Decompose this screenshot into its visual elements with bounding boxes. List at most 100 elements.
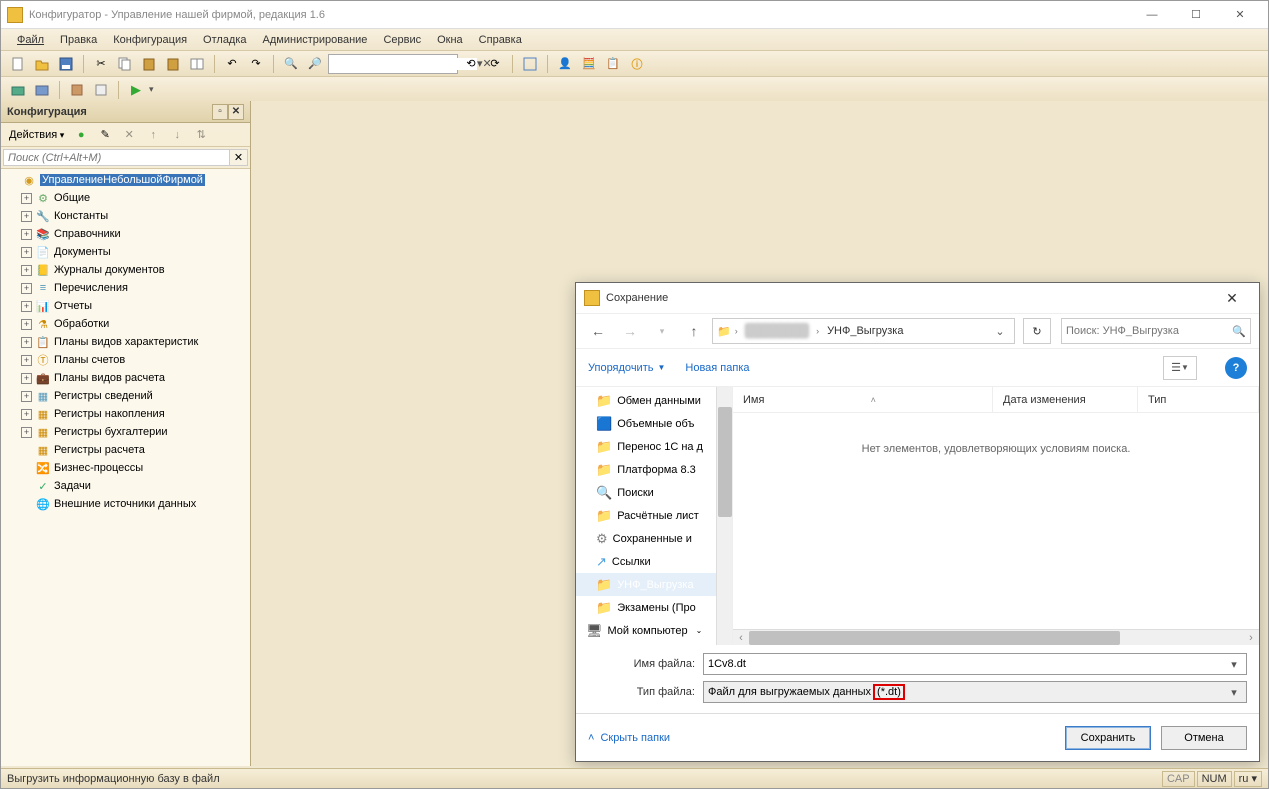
config-actions-menu[interactable]: Действия [5,127,68,143]
nav-back-button[interactable]: ← [584,317,612,345]
folder-item-6[interactable]: ⚙Сохраненные и [576,527,716,550]
menu-windows[interactable]: Окна [429,32,471,48]
tb2-run-dropdown[interactable]: ▾ [149,84,154,95]
tree-item-5[interactable]: +≡Перечисления [3,279,248,297]
save-button[interactable] [55,53,77,75]
paste-button-2[interactable] [162,53,184,75]
tool-windows[interactable] [519,53,541,75]
breadcrumb-current[interactable]: УНФ_Выгрузка [823,325,907,337]
tree-item-16[interactable]: ✓Задачи [3,477,248,495]
paste-button[interactable] [138,53,160,75]
col-type[interactable]: Тип [1138,387,1259,412]
menu-service[interactable]: Сервис [375,32,429,48]
copy-button[interactable] [114,53,136,75]
new-folder-button[interactable]: Новая папка [685,362,749,374]
tree-item-4[interactable]: +📒Журналы документов [3,261,248,279]
menu-debug[interactable]: Отладка [195,32,254,48]
organize-button[interactable]: Упорядочить▼ [588,362,665,374]
tree-item-9[interactable]: +ⓉПланы счетов [3,351,248,369]
horizontal-scrollbar[interactable]: ‹ › [733,629,1259,645]
hscroll-thumb[interactable] [749,631,1120,645]
my-computer-item[interactable]: 🖥 Мой компьютер ⌄ [576,619,716,642]
scroll-left-icon[interactable]: ‹ [733,630,749,645]
expand-icon[interactable]: + [21,409,32,420]
col-date[interactable]: Дата изменения [993,387,1138,412]
menu-file[interactable]: Файл [9,32,52,48]
view-mode-button[interactable]: ☰ ▼ [1163,356,1197,380]
menu-edit[interactable]: Правка [52,32,105,48]
folder-item-3[interactable]: 📁Платформа 8.3 [576,458,716,481]
cancel-button[interactable]: Отмена [1161,726,1247,750]
cfg-up[interactable]: ↑ [142,124,164,146]
expand-icon[interactable]: + [21,355,32,366]
scroll-right-icon[interactable]: › [1243,630,1259,645]
filename-input[interactable] [708,658,1226,670]
tool-a[interactable]: ⟲ [460,53,482,75]
filename-field[interactable]: ▾ [703,653,1247,675]
dialog-search[interactable]: 🔍 [1061,318,1251,344]
folder-scrollbar[interactable] [716,387,732,645]
expand-icon[interactable]: + [21,373,32,384]
expand-icon[interactable]: + [21,229,32,240]
save-confirm-button[interactable]: Сохранить [1065,726,1151,750]
expand-icon[interactable]: + [21,247,32,258]
cfg-add[interactable]: ● [70,124,92,146]
tb2-run[interactable]: ▶ [125,79,147,101]
maximize-button[interactable]: ☐ [1174,2,1218,28]
tree-item-15[interactable]: 🔀Бизнес-процессы [3,459,248,477]
config-search-input[interactable] [3,149,230,166]
expand-icon[interactable]: + [21,265,32,276]
tree-item-2[interactable]: +📚Справочники [3,225,248,243]
dialog-search-input[interactable] [1066,325,1232,337]
find-next-button[interactable]: 🔎 [304,53,326,75]
nav-history-button[interactable]: ▾ [648,317,676,345]
hide-folders-button[interactable]: ˄ Скрыть папки [588,732,670,744]
open-button[interactable] [31,53,53,75]
tb2-d[interactable] [90,79,112,101]
minimize-button[interactable]: — [1130,2,1174,28]
cfg-edit[interactable]: ✎ [94,124,116,146]
tree-item-14[interactable]: ▦Регистры расчета [3,441,248,459]
path-dropdown-icon[interactable]: ⌄ [990,325,1010,338]
expand-icon[interactable]: + [21,283,32,294]
tree-item-0[interactable]: +⚙Общие [3,189,248,207]
dialog-close-button[interactable]: ✕ [1213,284,1251,312]
undo-button[interactable]: ↶ [221,53,243,75]
help-button[interactable]: ? [1225,357,1247,379]
tool-b[interactable]: ⟳ [484,53,506,75]
find-button[interactable]: 🔍 [280,53,302,75]
menu-admin[interactable]: Администрирование [255,32,376,48]
breadcrumb-parent[interactable]: ████████ [742,325,812,337]
menu-help[interactable]: Справка [471,32,530,48]
filetype-dropdown-icon[interactable]: ▾ [1226,686,1242,699]
toolbar-search-input[interactable] [329,58,477,70]
tool-syntax[interactable]: 👤 [554,53,576,75]
tree-root[interactable]: ◉ УправлениеНебольшойФирмой [3,171,248,189]
folder-item-5[interactable]: 📁Расчётные лист [576,504,716,527]
path-box[interactable]: 📁 › ████████ › УНФ_Выгрузка ⌄ [712,318,1015,344]
filename-dropdown-icon[interactable]: ▾ [1226,658,1242,671]
filetype-combo[interactable]: Файл для выгружаемых данных (*.dt) ▾ [703,681,1247,703]
expand-icon[interactable]: + [21,193,32,204]
folder-item-4[interactable]: 🔍Поиски [576,481,716,504]
config-panel-close[interactable]: ✕ [228,104,244,120]
expand-icon[interactable]: + [21,337,32,348]
tree-item-6[interactable]: +📊Отчеты [3,297,248,315]
menu-config[interactable]: Конфигурация [105,32,195,48]
cfg-down[interactable]: ↓ [166,124,188,146]
refresh-button[interactable]: ↻ [1023,318,1051,344]
toolbar-search[interactable]: ▾ ✕ [328,54,458,74]
tb2-a[interactable] [7,79,29,101]
dialog-titlebar[interactable]: Сохранение ✕ [576,283,1259,313]
nav-up-button[interactable]: ↑ [680,317,708,345]
expand-icon[interactable]: + [21,391,32,402]
tool-calendar[interactable]: 📋 [602,53,624,75]
config-panel-pin[interactable]: ▫ [212,104,228,120]
nav-forward-button[interactable]: → [616,317,644,345]
tree-item-1[interactable]: +🔧Константы [3,207,248,225]
compare-button[interactable] [186,53,208,75]
tb2-b[interactable] [31,79,53,101]
tree-item-7[interactable]: +⚗Обработки [3,315,248,333]
expand-icon[interactable]: + [21,211,32,222]
status-lang[interactable]: ru ▾ [1234,771,1262,787]
